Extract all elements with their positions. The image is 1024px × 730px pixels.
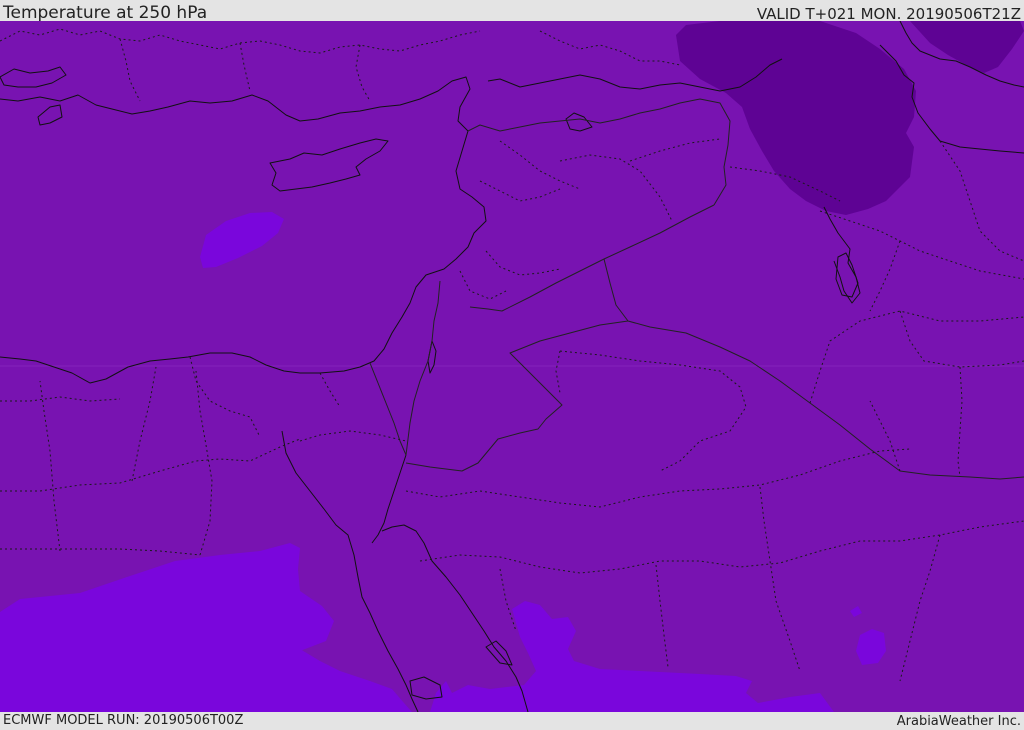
credit-label: ArabiaWeather Inc. [896,714,1021,729]
weather-map[interactable] [0,21,1024,712]
map-title: Temperature at 250 hPa [3,3,208,23]
footer-bar: ECMWF MODEL RUN: 20190506T00Z ArabiaWeat… [0,712,1024,729]
header-bar: Temperature at 250 hPa VALID T+021 MON. … [0,0,1024,23]
model-run-label: ECMWF MODEL RUN: 20190506T00Z [3,713,244,728]
